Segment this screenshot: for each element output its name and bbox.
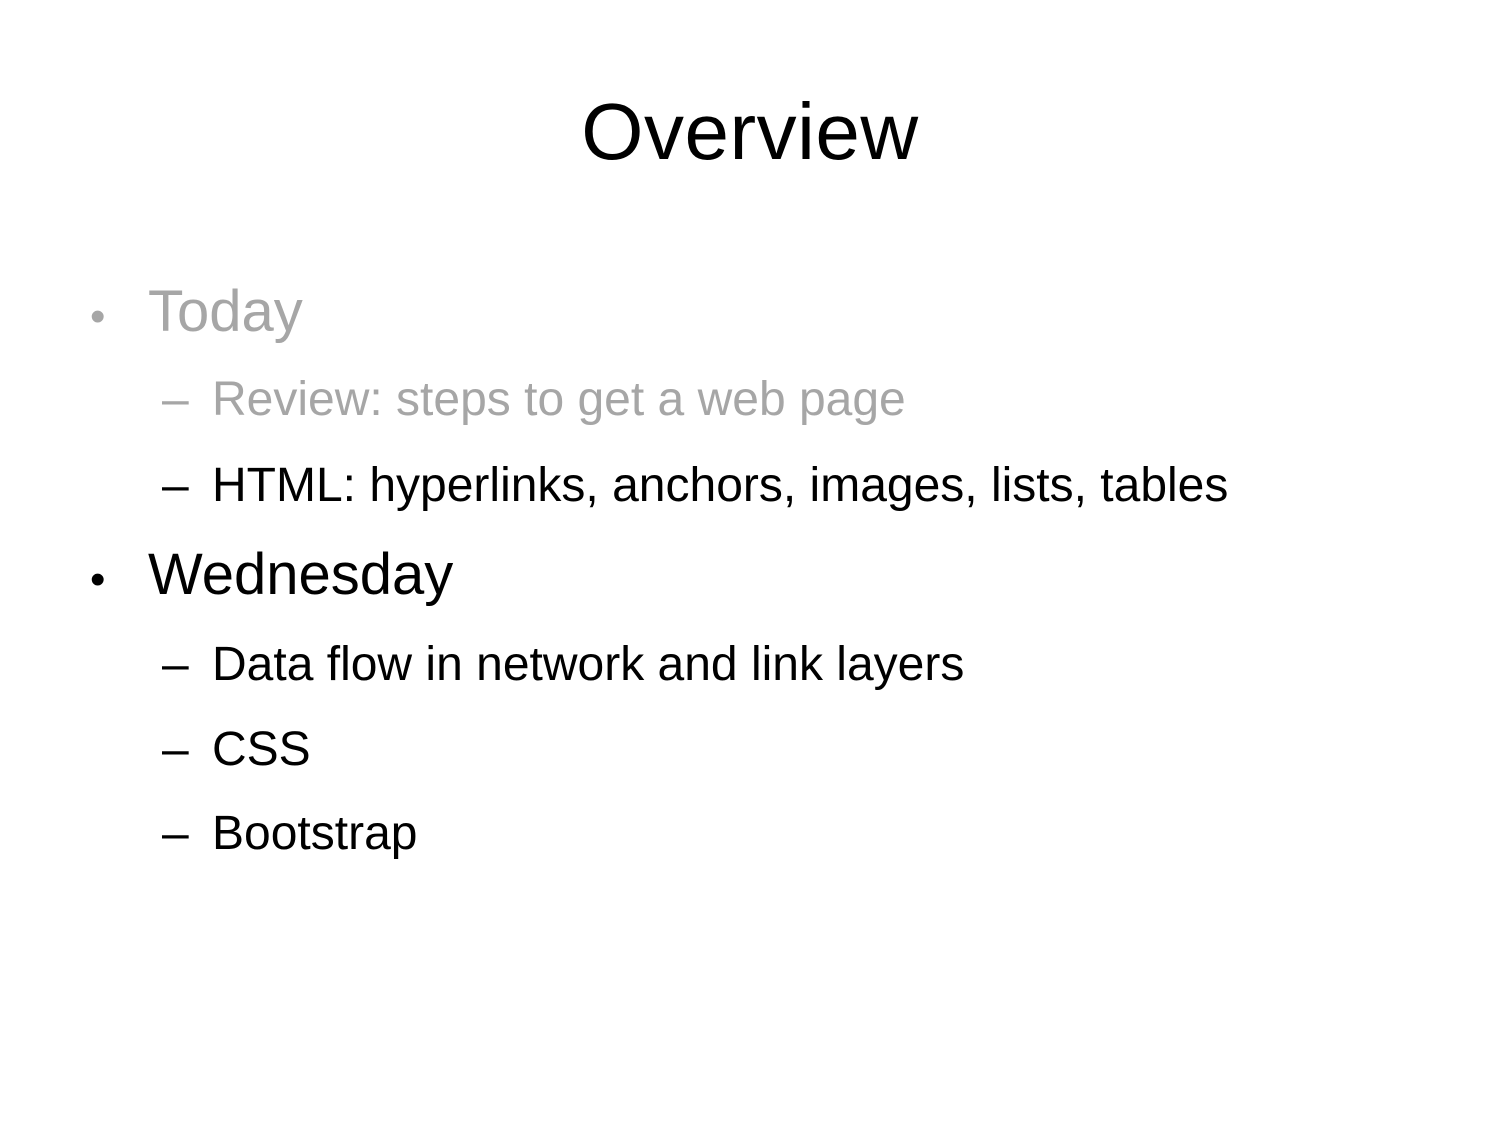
sub-item-label: Review: steps to get a web page (212, 373, 906, 426)
dash-icon: – (162, 459, 189, 512)
sub-item-bootstrap: – Bootstrap (162, 810, 417, 858)
sub-item-label: HTML: hyperlinks, anchors, images, lists… (212, 459, 1229, 512)
slide: Overview • Today – Review: steps to get … (0, 0, 1500, 1125)
bullet-wednesday: • Wednesday (90, 546, 453, 604)
dash-icon: – (162, 723, 189, 776)
sub-item-html: – HTML: hyperlinks, anchors, images, lis… (162, 462, 1228, 510)
bullet-icon: • (90, 555, 106, 604)
sub-item-label: Bootstrap (212, 807, 418, 860)
sub-item-label: Data flow in network and link layers (212, 638, 965, 691)
slide-content: • Today – Review: steps to get a web pag… (0, 0, 1500, 1125)
bullet-icon: • (90, 292, 106, 341)
sub-item-data-flow: – Data flow in network and link layers (162, 641, 964, 689)
bullet-label: Wednesday (148, 542, 454, 607)
sub-item-review: – Review: steps to get a web page (162, 376, 906, 424)
sub-item-label: CSS (212, 723, 311, 776)
bullet-label: Today (148, 279, 303, 344)
sub-item-css: – CSS (162, 726, 311, 774)
bullet-today: • Today (90, 283, 303, 341)
dash-icon: – (162, 807, 189, 860)
dash-icon: – (162, 373, 189, 426)
dash-icon: – (162, 638, 189, 691)
